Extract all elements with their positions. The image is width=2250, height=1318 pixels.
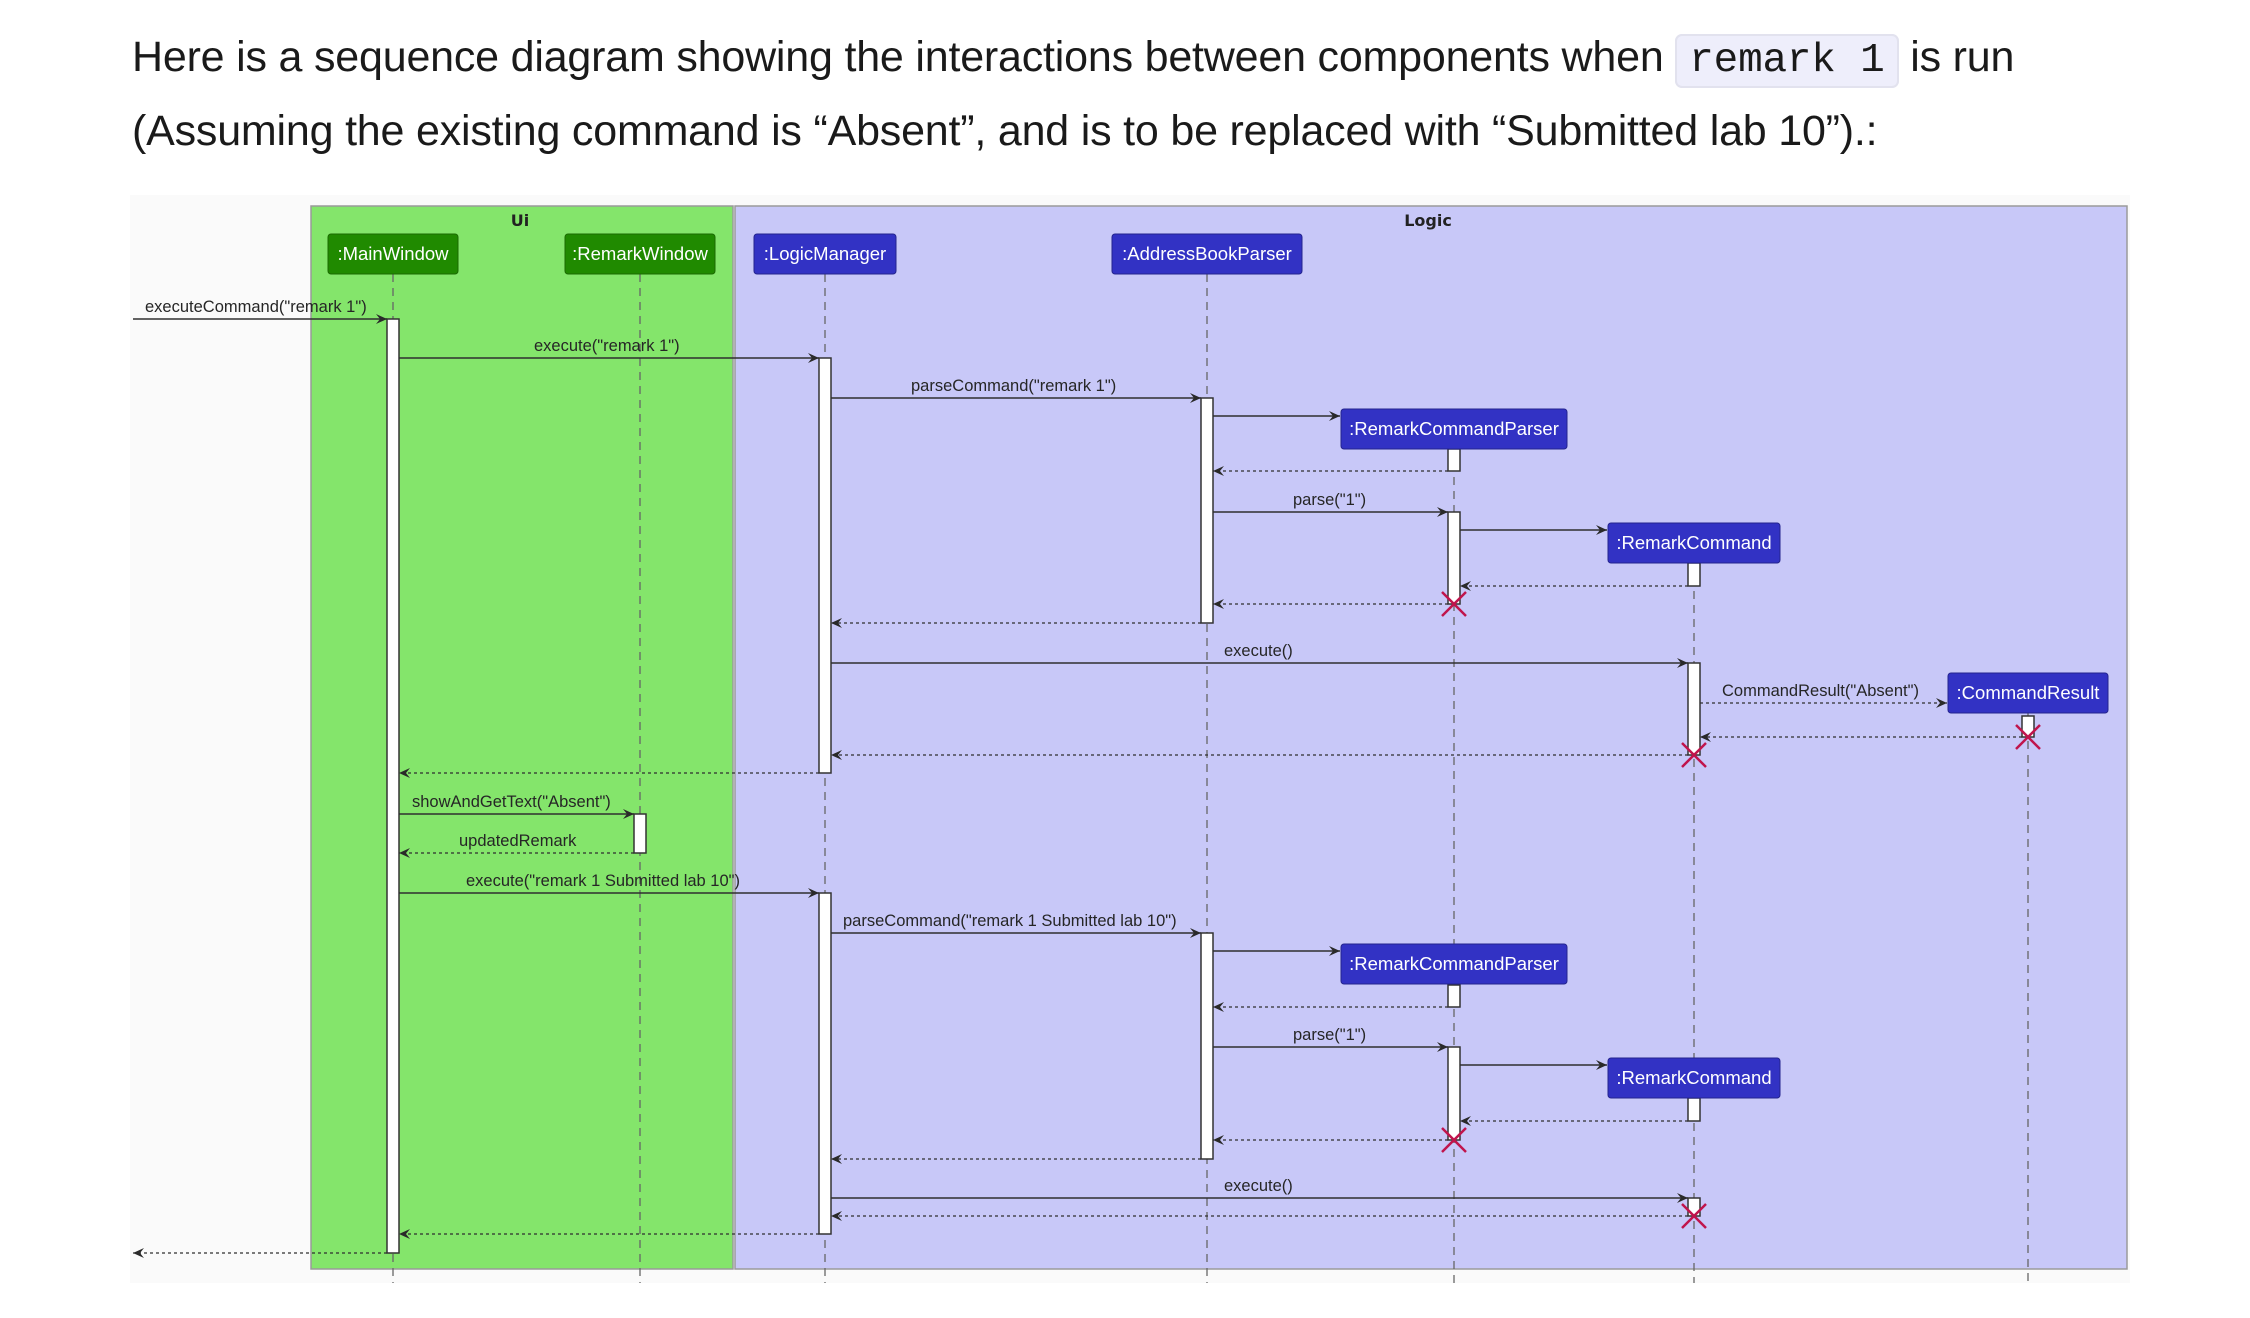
participant-label: :RemarkCommandParser xyxy=(1349,418,1559,439)
message-label: parseCommand("remark 1") xyxy=(911,377,1116,395)
sequence-diagram: Ui Logic executeCommand("remark 1") execut… xyxy=(130,195,2130,1283)
message-arrow: parseCommand("remark 1 Submitted lab 10"… xyxy=(831,912,1201,938)
message-label: parse("1") xyxy=(1293,491,1366,509)
participant-label: :RemarkCommand xyxy=(1616,1067,1771,1088)
message-label: updatedRemark xyxy=(459,832,577,850)
activation-bar xyxy=(1447,984,1461,1008)
message-label: parse("1") xyxy=(1293,1026,1366,1044)
message-label: CommandResult("Absent") xyxy=(1722,682,1919,700)
activation-bar xyxy=(1447,448,1461,472)
box-ui xyxy=(310,205,734,1270)
activation-bar xyxy=(633,813,647,854)
activation-bar xyxy=(1447,1046,1461,1141)
participant-rcp1: :RemarkCommandParser xyxy=(1340,408,1568,450)
activation-bar xyxy=(818,357,832,774)
activation-bar xyxy=(386,318,400,1254)
message-arrow: executeCommand("remark 1") xyxy=(133,298,387,324)
participant-abparser: :AddressBookParser xyxy=(1111,233,1303,275)
participant-label: :MainWindow xyxy=(337,243,449,264)
message-arrow: CommandResult("Absent") xyxy=(1700,682,1947,708)
intro-text-prefix: Here is a sequence diagram showing the i… xyxy=(132,33,1664,81)
activation-bar xyxy=(1447,511,1461,605)
participant-label: :RemarkWindow xyxy=(572,243,708,264)
participant-logicmgr: :LogicManager xyxy=(753,233,897,275)
activation-bar xyxy=(818,892,832,1235)
message-label: execute("remark 1") xyxy=(534,337,680,355)
activation-bar xyxy=(1687,562,1701,587)
inline-code: remark 1 xyxy=(1675,34,1899,88)
message-label: execute() xyxy=(1224,1177,1293,1195)
box-title-logic: Logic xyxy=(1404,211,1452,230)
participant-remarkwin: :RemarkWindow xyxy=(564,233,716,275)
participant-main: :MainWindow xyxy=(327,233,459,275)
participant-label: :RemarkCommandParser xyxy=(1349,953,1559,974)
activation-bar xyxy=(1200,397,1214,624)
participant-rcp2: :RemarkCommandParser xyxy=(1340,943,1568,985)
participant-label: :CommandResult xyxy=(1957,682,2100,703)
participant-label: :LogicManager xyxy=(764,243,886,264)
intro-paragraph: Here is a sequence diagram showing the i… xyxy=(132,22,2132,166)
participant-cr: :CommandResult xyxy=(1947,672,2109,714)
activation-bar xyxy=(1687,1097,1701,1122)
message-label: showAndGetText("Absent") xyxy=(412,793,611,811)
box-title-ui: Ui xyxy=(511,211,529,230)
participant-rc2: :RemarkCommand xyxy=(1607,1057,1781,1099)
participant-label: :AddressBookParser xyxy=(1122,243,1292,264)
message-label: execute("remark 1 Submitted lab 10") xyxy=(466,872,740,890)
intro-text-suffix: is run xyxy=(1910,33,2015,81)
activation-bar xyxy=(1200,932,1214,1160)
intro-line-2: (Assuming the existing command is “Absen… xyxy=(132,107,1878,155)
sequence-diagram-canvas: Ui Logic executeCommand("remark 1") execut… xyxy=(133,205,2128,1283)
intro-line-1: Here is a sequence diagram showing the i… xyxy=(132,22,2132,96)
participant-label: :RemarkCommand xyxy=(1616,532,1771,553)
message-label: executeCommand("remark 1") xyxy=(145,298,367,316)
message-label: parseCommand("remark 1 Submitted lab 10"… xyxy=(843,912,1177,930)
participant-rc1: :RemarkCommand xyxy=(1607,522,1781,564)
message-label: execute() xyxy=(1224,642,1293,660)
message-arrow: showAndGetText("Absent") xyxy=(399,793,634,819)
activation-bar xyxy=(1687,662,1701,756)
